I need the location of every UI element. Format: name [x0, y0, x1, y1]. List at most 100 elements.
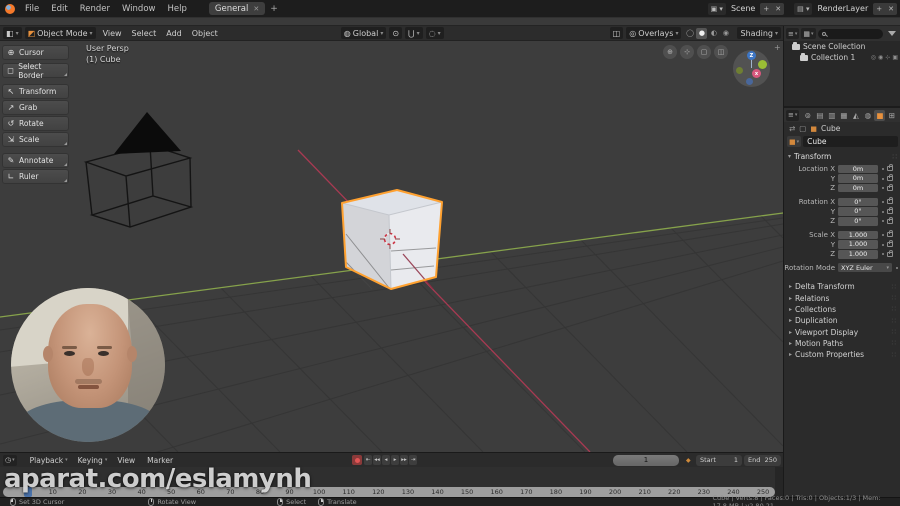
properties-tab-icon[interactable]: ▥	[826, 110, 837, 121]
properties-tab-icon[interactable]: ■	[874, 109, 886, 121]
auto-keying-button[interactable]	[352, 455, 362, 465]
animate-dot-icon[interactable]	[882, 187, 884, 190]
collapsed-panel-header[interactable]: ▸ Duplication ∷	[784, 315, 900, 326]
collapsed-panel-header[interactable]: ▸ Delta Transform ∷	[784, 281, 900, 292]
topbar-menu-item[interactable]: Window	[116, 4, 162, 14]
navigation-gizmo[interactable]: Z x	[733, 50, 770, 87]
viewport-menu-item[interactable]: View	[98, 29, 127, 38]
gizmo-y-axis[interactable]	[758, 60, 767, 69]
prev-keyframe-button[interactable]: ◂◂	[373, 455, 381, 465]
frame-end-field[interactable]: End 250	[744, 454, 781, 466]
animate-dot-icon[interactable]	[882, 243, 884, 246]
transform-value-field[interactable]: 1.000	[838, 230, 878, 240]
animate-dot-icon[interactable]	[882, 167, 884, 170]
next-keyframe-button[interactable]: ▸▸	[400, 455, 408, 465]
remove-scene-button[interactable]: ✕	[772, 5, 784, 13]
gizmo-x-axis[interactable]: x	[752, 69, 761, 78]
filter-icon[interactable]	[888, 31, 896, 36]
properties-tab-icon[interactable]: ▦	[838, 110, 849, 121]
outliner-row-scene-collection[interactable]: Scene Collection	[784, 41, 900, 52]
animate-dot-icon[interactable]	[882, 253, 884, 256]
editor-type-dropdown[interactable]: ≡ ▾	[786, 109, 800, 121]
collapsed-panel-header[interactable]: ▸ Custom Properties ∷	[784, 349, 900, 360]
lock-icon[interactable]	[887, 249, 893, 257]
scene-icon[interactable]: ▣ ▾	[707, 2, 726, 15]
properties-tab-icon[interactable]: ◭	[850, 110, 861, 121]
gizmo-z-axis[interactable]: Z	[747, 51, 756, 60]
add-scene-button[interactable]: +	[760, 5, 772, 13]
properties-tab-icon[interactable]: ▤	[814, 110, 825, 121]
move-icon[interactable]: ⊹	[680, 45, 694, 59]
transform-value-field[interactable]: 0m	[838, 183, 878, 193]
workspace-tab-general[interactable]: General ✕	[208, 2, 266, 15]
rotation-mode-dropdown[interactable]: XYZ Euler ▾	[838, 262, 892, 273]
play-reverse-button[interactable]: ◂	[382, 455, 390, 465]
animate-dot-icon[interactable]	[896, 266, 898, 269]
lock-icon[interactable]	[887, 230, 893, 238]
topbar-menu-item[interactable]: Render	[74, 4, 116, 14]
search-input[interactable]	[817, 28, 883, 39]
tool-button[interactable]: ◻ Select Border	[2, 62, 69, 80]
cube-object[interactable]	[341, 189, 443, 290]
gizmo-z-neg-axis[interactable]	[746, 78, 753, 85]
transform-value-field[interactable]: 1.000	[838, 250, 878, 259]
display-mode-dropdown[interactable]: ▦ ▾	[801, 28, 816, 39]
viewport-menu-item[interactable]: Object	[187, 29, 223, 38]
editor-type-dropdown[interactable]: ≡ ▾	[786, 28, 800, 39]
shading-sphere-icon[interactable]: ◉	[720, 28, 731, 39]
xray-toggle[interactable]: ◫	[609, 27, 624, 39]
transform-value-field[interactable]: 0m	[838, 174, 878, 183]
tool-button[interactable]: ✎ Annotate	[2, 153, 69, 168]
jump-start-button[interactable]: ⇤	[364, 455, 372, 465]
play-button[interactable]: ▸	[391, 455, 399, 465]
sidebar-toggle-button[interactable]: +	[774, 43, 781, 52]
lock-icon[interactable]	[887, 197, 893, 205]
pyramid-object[interactable]	[114, 112, 181, 154]
wireframe-cube-object[interactable]	[83, 144, 194, 228]
scene-name[interactable]: Scene	[731, 4, 755, 13]
transform-value-field[interactable]: 0°	[838, 207, 878, 216]
pivot-dropdown[interactable]: ⊙	[389, 27, 403, 39]
editor-type-dropdown[interactable]: ◧ ▾	[3, 27, 22, 39]
outliner-row-collection-1[interactable]: Collection 1 ◎ ◉ ⊹ ▣	[784, 52, 900, 63]
lock-icon[interactable]	[887, 216, 893, 224]
zoom-icon[interactable]: ⊕	[663, 45, 677, 59]
overlays-dropdown[interactable]: ◎ Overlays ▾	[626, 27, 682, 39]
shading-dropdown[interactable]: Shading ▾	[737, 27, 781, 39]
selectable-icon[interactable]: ⊹	[885, 54, 890, 61]
transform-panel-header[interactable]: ▾ Transform ∷	[784, 150, 900, 162]
animate-dot-icon[interactable]	[882, 177, 884, 180]
topbar-menu-item[interactable]: Help	[161, 4, 192, 14]
collapsed-panel-header[interactable]: ▸ Relations ∷	[784, 292, 900, 303]
collapsed-panel-header[interactable]: ▸ Motion Paths ∷	[784, 338, 900, 349]
topbar-menu-item[interactable]: Edit	[45, 4, 73, 14]
camera-icon[interactable]: ▣	[892, 54, 898, 61]
tool-button[interactable]: ⊕ Cursor	[2, 45, 69, 60]
view-layer-name[interactable]: RenderLayer	[817, 4, 868, 13]
proportional-editing-dropdown[interactable]: ◌ ▾	[425, 27, 444, 39]
viewport-menu-item[interactable]: Select	[127, 29, 162, 38]
gizmo-y-neg-axis[interactable]	[736, 67, 743, 74]
render-visibility-icon[interactable]: ◎	[871, 54, 876, 61]
object-name-field[interactable]: Cube	[803, 136, 898, 147]
eye-icon[interactable]: ◉	[878, 54, 883, 61]
properties-tab-icon[interactable]: ⊞	[886, 110, 897, 121]
properties-tab-icon[interactable]: ◍	[862, 110, 873, 121]
orientation-dropdown[interactable]: ◍ Global ▾	[340, 27, 387, 39]
collapsed-panel-header[interactable]: ▸ Collections ∷	[784, 304, 900, 315]
breadcrumb-object-name[interactable]: Cube	[821, 124, 840, 133]
viewport-menu-item[interactable]: Add	[161, 29, 187, 38]
transform-value-field[interactable]: 1.000	[838, 240, 878, 249]
properties-tab-icon[interactable]: ⊚	[802, 110, 813, 121]
frame-start-field[interactable]: Start 1	[696, 454, 742, 466]
tool-button[interactable]: ↖ Transform	[2, 84, 69, 99]
topbar-menu-item[interactable]: File	[19, 4, 45, 14]
current-frame-field[interactable]: 1	[613, 454, 679, 466]
snap-dropdown[interactable]: ⋃ ▾	[405, 27, 423, 39]
animate-dot-icon[interactable]	[882, 210, 884, 213]
transform-value-field[interactable]: 0m	[838, 164, 878, 174]
collapsed-panel-header[interactable]: ▸ Viewport Display ∷	[784, 326, 900, 337]
transform-value-field[interactable]: 0°	[838, 197, 878, 207]
shading-sphere-icon[interactable]: ●	[696, 27, 708, 39]
animate-dot-icon[interactable]	[882, 220, 884, 223]
